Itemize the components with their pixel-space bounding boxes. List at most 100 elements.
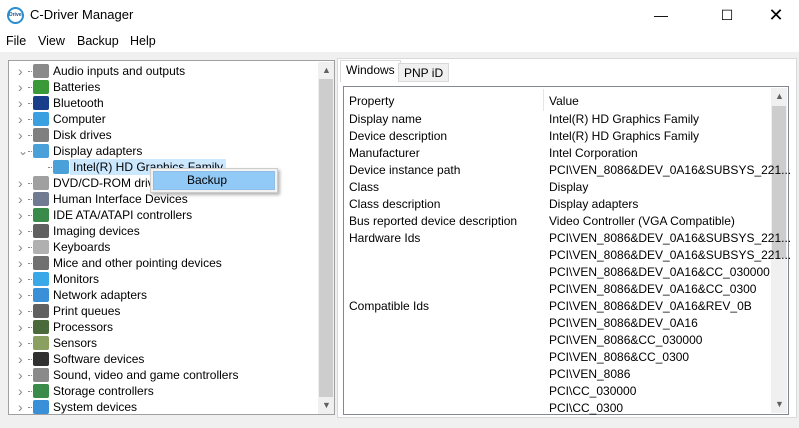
property-value[interactable]: PCI\CC_030000: [549, 384, 636, 398]
property-value[interactable]: Display adapters: [549, 197, 638, 211]
property-value[interactable]: Intel(R) HD Graphics Family: [549, 129, 699, 143]
tree-scrollbar[interactable]: ▲ ▼: [318, 62, 334, 414]
expand-chevron-icon[interactable]: ›: [18, 191, 26, 207]
property-value[interactable]: PCI\VEN_8086&DEV_0A16&SUBSYS_221...: [549, 248, 791, 262]
property-property[interactable]: Bus reported device description: [349, 214, 517, 228]
expand-chevron-icon[interactable]: ›: [18, 239, 26, 255]
minimize-button[interactable]: —: [638, 0, 684, 30]
scroll-up-arrow-icon[interactable]: ▲: [771, 88, 788, 105]
property-value[interactable]: PCI\CC_0300: [549, 401, 623, 415]
column-divider[interactable]: [543, 89, 544, 111]
collapse-chevron-icon[interactable]: ⌄: [18, 143, 28, 159]
tree-item[interactable]: › Batteries: [9, 79, 314, 95]
scroll-thumb[interactable]: [319, 79, 333, 397]
speaker-icon: [33, 368, 49, 382]
expand-chevron-icon[interactable]: ›: [18, 399, 26, 415]
menu-view[interactable]: View: [38, 34, 65, 48]
expand-chevron-icon[interactable]: ›: [18, 319, 26, 335]
app-logo: Driver: [7, 7, 24, 24]
system-device-icon: [33, 400, 49, 414]
properties-list[interactable]: Property Value ▲ ▼ Display name Intel(R) …: [343, 86, 791, 415]
scroll-up-arrow-icon[interactable]: ▲: [318, 62, 335, 79]
tab-pnp-id[interactable]: PNP iD: [398, 63, 450, 82]
tree-item[interactable]: › Audio inputs and outputs: [9, 63, 314, 79]
tree-item[interactable]: › Network adapters: [9, 287, 314, 303]
property-value[interactable]: PCI\VEN_8086&DEV_0A16&SUBSYS_221...: [549, 231, 791, 245]
close-button[interactable]: ✕: [753, 0, 799, 30]
property-property[interactable]: Device description: [349, 129, 447, 143]
property-value[interactable]: PCI\VEN_8086&DEV_0A16&CC_0300: [549, 282, 756, 296]
property-property[interactable]: Display name: [349, 112, 422, 126]
tree-item[interactable]: › Imaging devices: [9, 223, 314, 239]
menu-file[interactable]: File: [6, 34, 26, 48]
maximize-button[interactable]: ☐: [704, 0, 750, 30]
expand-chevron-icon[interactable]: ›: [18, 303, 26, 319]
expand-chevron-icon[interactable]: ›: [18, 175, 26, 191]
tree-item[interactable]: › IDE ATA/ATAPI controllers: [9, 207, 314, 223]
property-value[interactable]: Display: [549, 180, 588, 194]
tree-item[interactable]: › Storage controllers: [9, 383, 314, 399]
tree-item[interactable]: › System devices: [9, 399, 314, 415]
camera-icon: [33, 224, 49, 238]
tree-item[interactable]: › Processors: [9, 319, 314, 335]
menu-help[interactable]: Help: [130, 34, 156, 48]
property-value[interactable]: Intel(R) HD Graphics Family: [549, 112, 699, 126]
property-property[interactable]: Compatible Ids: [349, 299, 429, 313]
property-value[interactable]: PCI\VEN_8086: [549, 367, 630, 381]
expand-chevron-icon[interactable]: ›: [18, 111, 26, 127]
tree-item[interactable]: › Computer: [9, 111, 314, 127]
expand-chevron-icon[interactable]: ›: [18, 63, 26, 79]
expand-chevron-icon[interactable]: ›: [18, 335, 26, 351]
tree-item[interactable]: › Keyboards: [9, 239, 314, 255]
battery-icon: [33, 80, 49, 94]
tree-item[interactable]: › Disk drives: [9, 127, 314, 143]
tab-windows[interactable]: Windows: [340, 60, 401, 82]
tree-item[interactable]: ⌄ Display adapters: [9, 143, 314, 159]
property-value[interactable]: PCI\VEN_8086&CC_030000: [549, 333, 702, 347]
property-property[interactable]: Hardware Ids: [349, 231, 420, 245]
tree-item[interactable]: › Human Interface Devices: [9, 191, 314, 207]
scroll-down-arrow-icon[interactable]: ▼: [771, 396, 788, 413]
column-header-value[interactable]: Value: [549, 94, 579, 108]
expand-chevron-icon[interactable]: ›: [18, 271, 26, 287]
tree-item[interactable]: › Print queues: [9, 303, 314, 319]
sensor-icon: [33, 336, 49, 350]
property-property[interactable]: Manufacturer: [349, 146, 420, 160]
property-property[interactable]: Class description: [349, 197, 440, 211]
tree-item[interactable]: › Sound, video and game controllers: [9, 367, 314, 383]
tree-item-label: Storage controllers: [53, 384, 154, 398]
title-bar: Driver C-Driver Manager — ☐ ✕: [0, 0, 799, 30]
expand-chevron-icon[interactable]: ›: [18, 127, 26, 143]
tree-item[interactable]: › Monitors: [9, 271, 314, 287]
expand-chevron-icon[interactable]: ›: [18, 223, 26, 239]
property-value[interactable]: PCI\VEN_8086&DEV_0A16: [549, 316, 698, 330]
tree-item[interactable]: › Software devices: [9, 351, 314, 367]
hid-icon: [33, 192, 49, 206]
expand-chevron-icon[interactable]: ›: [18, 351, 26, 367]
property-value[interactable]: Intel Corporation: [549, 146, 638, 160]
tree-item[interactable]: › Bluetooth: [9, 95, 314, 111]
property-value[interactable]: Video Controller (VGA Compatible): [549, 214, 735, 228]
property-value[interactable]: PCI\VEN_8086&DEV_0A16&REV_0B: [549, 299, 752, 313]
expand-chevron-icon[interactable]: ›: [18, 95, 26, 111]
expand-chevron-icon[interactable]: ›: [18, 255, 26, 271]
expand-chevron-icon[interactable]: ›: [18, 207, 26, 223]
property-property[interactable]: Device instance path: [349, 163, 460, 177]
expand-chevron-icon[interactable]: ›: [18, 79, 26, 95]
property-value[interactable]: PCI\VEN_8086&DEV_0A16&SUBSYS_221...: [549, 163, 791, 177]
scroll-down-arrow-icon[interactable]: ▼: [318, 397, 335, 414]
menu-backup[interactable]: Backup: [77, 34, 119, 48]
expand-chevron-icon[interactable]: ›: [18, 383, 26, 399]
property-value[interactable]: PCI\VEN_8086&CC_0300: [549, 350, 689, 364]
device-tree[interactable]: ▲ ▼ › Audio inputs and outputs › Batteries ›…: [8, 60, 335, 415]
property-value[interactable]: PCI\VEN_8086&DEV_0A16&CC_030000: [549, 265, 770, 279]
network-icon: [33, 288, 49, 302]
tree-item[interactable]: › Sensors: [9, 335, 314, 351]
storage-controller-icon: [33, 384, 49, 398]
context-menu-backup[interactable]: Backup: [153, 171, 275, 190]
expand-chevron-icon[interactable]: ›: [18, 287, 26, 303]
tree-item[interactable]: › Mice and other pointing devices: [9, 255, 314, 271]
property-property[interactable]: Class: [349, 180, 379, 194]
expand-chevron-icon[interactable]: ›: [18, 367, 26, 383]
column-header-property[interactable]: Property: [349, 94, 394, 108]
